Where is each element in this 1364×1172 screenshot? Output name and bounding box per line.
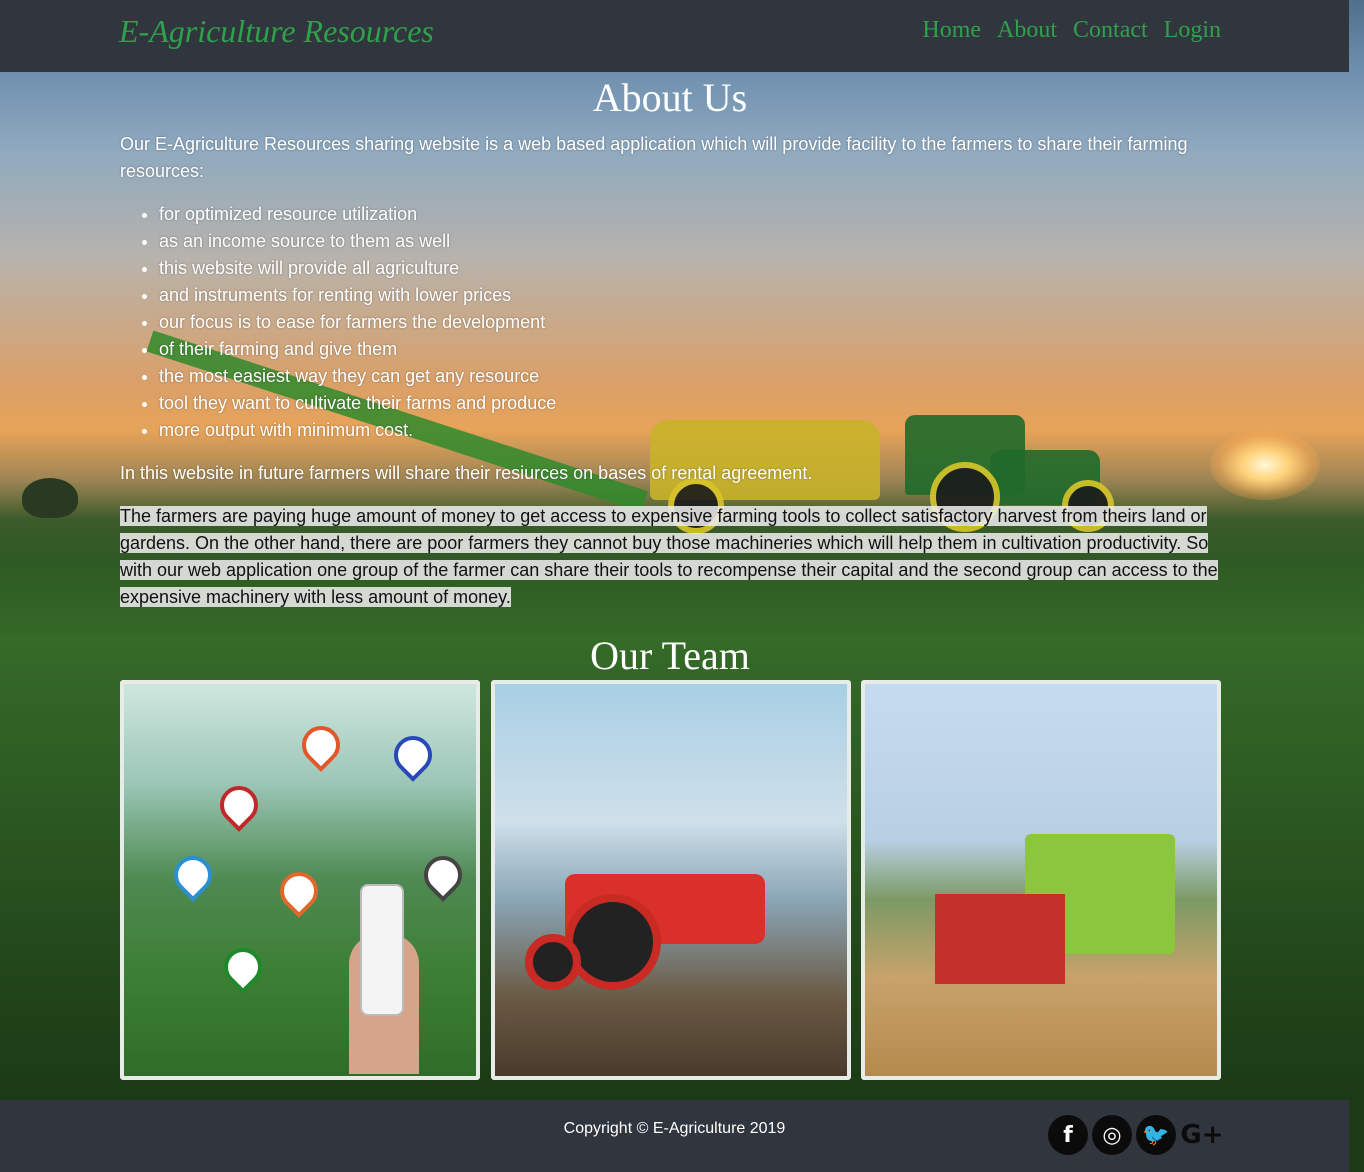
about-section: About Us Our E-Agriculture Resources sha… — [120, 72, 1220, 679]
site-brand[interactable]: E-Agriculture Resources — [119, 13, 434, 50]
highlight-text: The farmers are paying huge amount of mo… — [120, 506, 1218, 607]
nav-login-link[interactable]: Login — [1164, 17, 1221, 44]
instagram-icon[interactable]: ◎ — [1092, 1115, 1132, 1155]
scrollbar[interactable] — [1349, 0, 1364, 1172]
facebook-icon[interactable]: f — [1048, 1115, 1088, 1155]
harvester-image[interactable] — [861, 680, 1221, 1080]
twitter-icon[interactable]: 🐦 — [1136, 1115, 1176, 1155]
future-paragraph: In this website in future farmers will s… — [120, 463, 813, 483]
sunset-glow — [1210, 430, 1320, 500]
location-pin-icon — [294, 718, 348, 772]
location-pin-icon — [166, 848, 220, 902]
nav-about-link[interactable]: About — [997, 17, 1057, 44]
location-pin-icon — [216, 940, 270, 994]
list-item: the most easiest way they can get any re… — [159, 363, 1220, 390]
google-plus-icon[interactable]: G+ — [1180, 1115, 1224, 1155]
trailer-graphic — [935, 894, 1065, 984]
about-intro: Our E-Agriculture Resources sharing webs… — [120, 134, 1188, 181]
list-item: more output with minimum cost. — [159, 417, 1220, 444]
tractor-wheel — [525, 934, 581, 990]
main-nav: Home About Contact Login — [922, 17, 1221, 44]
team-gallery — [120, 680, 1221, 1080]
location-pin-icon — [386, 728, 440, 782]
footer: Copyright © E-Agriculture 2019 f ◎ 🐦 G+ — [0, 1100, 1349, 1172]
list-item: this website will provide all agricultur… — [159, 255, 1220, 282]
list-item: and instruments for renting with lower p… — [159, 282, 1220, 309]
location-pin-icon — [416, 848, 470, 902]
nav-home-link[interactable]: Home — [922, 17, 981, 44]
benefits-list: for optimized resource utilization as an… — [120, 201, 1220, 444]
list-item: for optimized resource utilization — [159, 201, 1220, 228]
nav-contact-link[interactable]: Contact — [1073, 17, 1148, 44]
top-navbar: E-Agriculture Resources Home About Conta… — [0, 0, 1349, 72]
about-title: About Us — [592, 75, 748, 120]
team-title: Our Team — [590, 633, 750, 678]
list-item: of their farming and give them — [159, 336, 1220, 363]
list-item: our focus is to ease for farmers the dev… — [159, 309, 1220, 336]
phone-image — [360, 884, 404, 1016]
red-tractor-image[interactable] — [491, 680, 851, 1080]
smart-farming-image[interactable] — [120, 680, 480, 1080]
list-item: as an income source to them as well — [159, 228, 1220, 255]
social-links: f ◎ 🐦 G+ — [1048, 1115, 1224, 1155]
highlight-paragraph: The farmers are paying huge amount of mo… — [120, 503, 1220, 611]
location-pin-icon — [272, 864, 326, 918]
tractor-graphic — [525, 834, 825, 990]
distant-tree — [22, 478, 78, 518]
list-item: tool they want to cultivate their farms … — [159, 390, 1220, 417]
location-pin-icon — [212, 778, 266, 832]
tractor-wheel — [565, 894, 661, 990]
